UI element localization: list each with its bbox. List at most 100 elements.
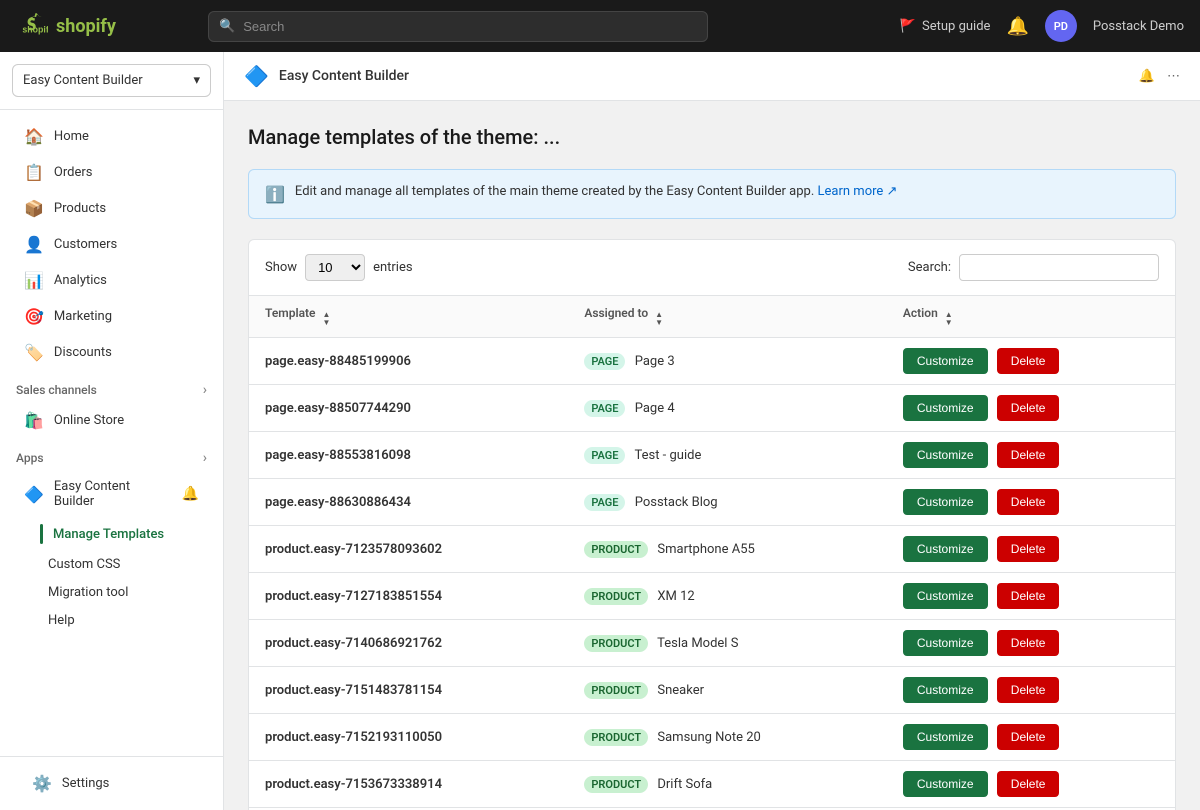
data-table: Template ▲▼ Assigned to ▲▼ Action ▲▼ bbox=[249, 296, 1175, 807]
delete-button[interactable]: Delete bbox=[997, 442, 1060, 468]
table-row: product.easy-7153673338914 PRODUCT Drift… bbox=[249, 761, 1175, 808]
delete-button[interactable]: Delete bbox=[997, 583, 1060, 609]
col-template[interactable]: Template ▲▼ bbox=[249, 296, 568, 338]
orders-icon: 📋 bbox=[24, 163, 44, 182]
sidebar-nav: 🏠 Home 📋 Orders 📦 Products 👤 Customers 📊… bbox=[0, 110, 223, 756]
table-row: product.easy-7140686921762 PRODUCT Tesla… bbox=[249, 620, 1175, 667]
svg-text:shopify: shopify bbox=[22, 24, 48, 34]
manage-templates-label: Manage Templates bbox=[53, 527, 164, 542]
info-content: Edit and manage all templates of the mai… bbox=[295, 184, 897, 199]
setup-guide-label: Setup guide bbox=[922, 19, 990, 34]
customize-button[interactable]: Customize bbox=[903, 442, 988, 468]
assigned-value: Page 3 bbox=[635, 354, 675, 369]
sidebar-item-home[interactable]: 🏠 Home bbox=[8, 119, 215, 154]
layout: Easy Content Builder ▾ 🏠 Home 📋 Orders 📦… bbox=[0, 52, 1200, 810]
apps-title: Apps bbox=[16, 451, 44, 465]
customize-button[interactable]: Customize bbox=[903, 630, 988, 656]
analytics-icon: 📊 bbox=[24, 271, 44, 290]
delete-button[interactable]: Delete bbox=[997, 771, 1060, 797]
sub-nav-help[interactable]: Help bbox=[8, 607, 215, 634]
flag-icon: 🚩 bbox=[900, 19, 916, 34]
customize-button[interactable]: Customize bbox=[903, 771, 988, 797]
customize-button[interactable]: Customize bbox=[903, 489, 988, 515]
sidebar-item-orders[interactable]: 📋 Orders bbox=[8, 155, 215, 190]
sub-nav-manage-templates[interactable]: Manage Templates bbox=[8, 518, 215, 550]
app-more-icon[interactable]: ⋯ bbox=[1167, 69, 1180, 84]
home-icon: 🏠 bbox=[24, 127, 44, 146]
sales-channels-expand-icon[interactable]: › bbox=[203, 382, 207, 398]
delete-button[interactable]: Delete bbox=[997, 724, 1060, 750]
sub-nav-migration-tool[interactable]: Migration tool bbox=[8, 579, 215, 606]
search-bar[interactable]: 🔍 bbox=[208, 11, 708, 42]
search-input[interactable] bbox=[243, 12, 697, 41]
search-icon: 🔍 bbox=[219, 19, 235, 34]
main-content: 🔷 Easy Content Builder 🔔 ⋯ Manage templa… bbox=[224, 52, 1200, 810]
apps-expand-icon[interactable]: › bbox=[203, 450, 207, 466]
sidebar-item-analytics[interactable]: 📊 Analytics bbox=[8, 263, 215, 298]
top-nav: shopify shopify 🔍 🚩 Setup guide 🔔 PD Pos… bbox=[0, 0, 1200, 52]
template-name: product.easy-7151483781154 bbox=[265, 683, 442, 698]
delete-button[interactable]: Delete bbox=[997, 395, 1060, 421]
delete-button[interactable]: Delete bbox=[997, 630, 1060, 656]
user-avatar[interactable]: PD bbox=[1045, 10, 1077, 42]
delete-button[interactable]: Delete bbox=[997, 348, 1060, 374]
learn-more-link[interactable]: Learn more ↗ bbox=[818, 184, 898, 199]
content-area: Manage templates of the theme: ... ℹ️ Ed… bbox=[224, 101, 1200, 810]
store-dropdown[interactable]: Easy Content Builder ▾ bbox=[12, 64, 211, 97]
sidebar-item-easy-content-builder[interactable]: 🔷 Easy Content Builder 🔔 bbox=[8, 471, 215, 517]
delete-button[interactable]: Delete bbox=[997, 489, 1060, 515]
customize-button[interactable]: Customize bbox=[903, 724, 988, 750]
table-row: product.easy-7123578093602 PRODUCT Smart… bbox=[249, 526, 1175, 573]
show-entries: Show 10 25 50 100 entries bbox=[265, 254, 413, 281]
discounts-icon: 🏷️ bbox=[24, 343, 44, 362]
assigned-value: Drift Sofa bbox=[657, 777, 712, 792]
sidebar-bottom: ⚙️ Settings bbox=[0, 756, 223, 810]
sidebar-item-settings[interactable]: ⚙️ Settings bbox=[16, 766, 207, 801]
table-search-input[interactable] bbox=[959, 254, 1159, 281]
delete-button[interactable]: Delete bbox=[997, 677, 1060, 703]
template-name: product.easy-7140686921762 bbox=[265, 636, 442, 651]
customize-button[interactable]: Customize bbox=[903, 395, 988, 421]
setup-guide-button[interactable]: 🚩 Setup guide bbox=[900, 19, 991, 34]
customize-button[interactable]: Customize bbox=[903, 583, 988, 609]
badge-type: PAGE bbox=[584, 494, 625, 511]
template-name: page.easy-88485199906 bbox=[265, 354, 411, 369]
sidebar-item-customers-label: Customers bbox=[54, 237, 117, 252]
logo-area: shopify shopify bbox=[16, 10, 196, 42]
badge-type: PRODUCT bbox=[584, 729, 648, 746]
sub-nav-custom-css[interactable]: Custom CSS bbox=[8, 551, 215, 578]
sidebar-item-analytics-label: Analytics bbox=[54, 273, 107, 288]
sidebar-item-customers[interactable]: 👤 Customers bbox=[8, 227, 215, 262]
table-head: Template ▲▼ Assigned to ▲▼ Action ▲▼ bbox=[249, 296, 1175, 338]
store-selector[interactable]: Easy Content Builder ▾ bbox=[0, 52, 223, 110]
apps-header: Apps › bbox=[0, 442, 223, 470]
customers-icon: 👤 bbox=[24, 235, 44, 254]
sidebar-item-online-store[interactable]: 🛍️ Online Store bbox=[8, 403, 215, 438]
col-action[interactable]: Action ▲▼ bbox=[887, 296, 1175, 338]
entries-select[interactable]: 10 25 50 100 bbox=[305, 254, 365, 281]
assigned-value: Samsung Note 20 bbox=[657, 730, 760, 745]
search-label: Search: bbox=[908, 260, 951, 275]
sidebar-item-marketing-label: Marketing bbox=[54, 309, 112, 324]
col-assigned-to[interactable]: Assigned to ▲▼ bbox=[568, 296, 887, 338]
sidebar-item-marketing[interactable]: 🎯 Marketing bbox=[8, 299, 215, 334]
app-bell-icon[interactable]: 🔔 bbox=[1139, 69, 1155, 84]
app-header-title: Easy Content Builder bbox=[279, 68, 1129, 84]
sidebar-item-discounts[interactable]: 🏷️ Discounts bbox=[8, 335, 215, 370]
assigned-value: Smartphone A55 bbox=[657, 542, 754, 557]
table-row: page.easy-88485199906 PAGE Page 3 Custom… bbox=[249, 338, 1175, 385]
notifications-icon[interactable]: 🔔 bbox=[1006, 16, 1028, 37]
bell-small-icon: 🔔 bbox=[182, 486, 199, 502]
delete-button[interactable]: Delete bbox=[997, 536, 1060, 562]
app-logo-icon: 🔷 bbox=[244, 64, 269, 88]
sidebar-item-home-label: Home bbox=[54, 129, 89, 144]
settings-icon: ⚙️ bbox=[32, 774, 52, 793]
app-header-icons: 🔔 ⋯ bbox=[1139, 69, 1180, 84]
customize-button[interactable]: Customize bbox=[903, 348, 988, 374]
marketing-icon: 🎯 bbox=[24, 307, 44, 326]
sidebar-item-products[interactable]: 📦 Products bbox=[8, 191, 215, 226]
sidebar-item-discounts-label: Discounts bbox=[54, 345, 112, 360]
nav-right: 🚩 Setup guide 🔔 PD Posstack Demo bbox=[900, 10, 1184, 42]
customize-button[interactable]: Customize bbox=[903, 677, 988, 703]
customize-button[interactable]: Customize bbox=[903, 536, 988, 562]
